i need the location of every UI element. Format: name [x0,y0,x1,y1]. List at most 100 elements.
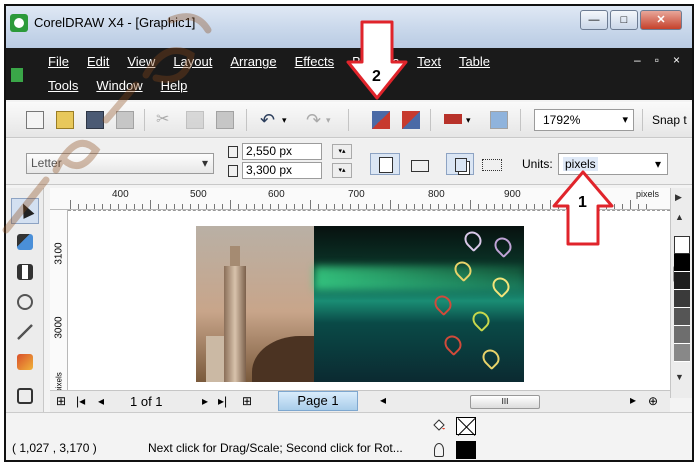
toolbox [6,188,44,416]
color-swatch[interactable] [674,326,690,344]
freehand-tool-icon[interactable] [17,324,33,340]
ruler-unit-label: pixels [636,189,660,199]
ruler-tick [446,204,447,209]
application-launcher-icon[interactable] [444,114,462,124]
heart-shape [490,233,516,259]
shape-tool-icon[interactable] [17,234,33,250]
zoom-tool-icon[interactable] [17,294,33,310]
menu-text[interactable]: Text [417,54,441,69]
ruler-tick [398,204,399,209]
ruler-tick [494,204,495,209]
ruler-tick [542,204,543,209]
add-page-before-icon[interactable]: ⊞ [56,394,66,408]
first-page-icon[interactable]: |◂ [76,394,85,408]
paste-icon[interactable] [216,111,234,129]
height-spinner[interactable]: ▾▴ [332,163,352,178]
launcher-dropdown-icon[interactable]: ▾ [466,111,484,129]
open-folder-icon[interactable] [56,111,74,129]
ruler-tick [214,204,215,209]
all-pages-button[interactable] [446,153,474,175]
ruler-tick [286,204,287,209]
smart-fill-tool-icon[interactable] [17,354,33,370]
new-document-icon[interactable] [26,111,44,129]
window-title: CorelDRAW X4 - [Graphic1] [34,15,196,30]
menu-window[interactable]: Window [96,78,142,93]
redo-icon[interactable]: ↷ [306,111,324,129]
vertical-ruler[interactable]: 3100 3000 pixels [50,210,68,393]
color-swatch[interactable] [674,344,690,362]
landscape-orientation-button[interactable] [404,153,434,175]
current-page-button[interactable] [478,153,504,175]
scroll-up-arrow-icon[interactable]: ▲ [675,212,684,222]
ruler-tick [206,204,207,209]
menu-effects[interactable]: Effects [295,54,335,69]
next-page-icon[interactable]: ▸ [202,394,208,408]
document-icon[interactable] [11,68,23,82]
ruler-tick [366,204,367,209]
welcome-screen-icon[interactable] [490,111,508,129]
print-icon[interactable] [116,111,134,129]
scroll-up-icon[interactable]: ▶ [675,192,682,203]
page-tab[interactable]: Page 1 [278,391,358,411]
redo-dropdown-icon[interactable]: ▾ [326,111,344,129]
scroll-right-arrow-icon[interactable]: ▸ [630,393,636,407]
rectangle-tool-icon[interactable] [17,388,33,404]
cut-icon[interactable]: ✂ [156,111,174,129]
ruler-tick-label: 600 [268,189,285,200]
save-icon[interactable] [86,111,104,129]
crop-tool-icon[interactable] [17,264,33,280]
ruler-tick [246,204,247,209]
navigator-zoom-icon[interactable]: ⊕ [648,394,658,408]
menu-file[interactable]: File [48,54,69,69]
ruler-tick [518,204,519,209]
doc-minimize-button[interactable]: – [634,53,641,67]
color-swatch[interactable] [674,254,690,272]
minimize-button[interactable]: — [580,10,608,30]
color-swatch[interactable] [674,290,690,308]
page-navigator: ⊞ |◂ ◂ 1 of 1 ▸ ▸| ⊞ Page 1 ◂ III ▸ ⊕ [50,390,670,412]
page-width-input[interactable]: 2,550 px [242,143,322,160]
no-color-swatch[interactable] [674,236,690,254]
paper-size-select[interactable]: Letter [26,153,214,174]
ruler-tick [174,204,175,209]
page-height-icon [228,164,238,177]
status-bar: ( 1,027 , 3,170 ) Next click for Drag/Sc… [6,412,692,460]
undo-icon[interactable]: ↶ [260,111,278,129]
menu-tools[interactable]: Tools [48,78,78,93]
fill-color-swatch[interactable] [456,417,476,435]
toolbar-separator [430,109,431,131]
scroll-down-arrow-icon[interactable]: ▼ [675,372,684,382]
ruler-tick [278,204,279,209]
import-icon[interactable] [372,111,390,129]
last-page-icon[interactable]: ▸| [218,394,227,408]
maximize-button[interactable]: □ [610,10,638,30]
selected-bitmap[interactable] [196,226,524,382]
color-swatch[interactable] [674,272,690,290]
coreldraw-app-icon[interactable] [10,14,28,32]
portrait-orientation-button[interactable] [370,153,400,175]
menu-help[interactable]: Help [161,78,188,93]
copy-icon[interactable] [186,111,204,129]
menu-arrange[interactable]: Arrange [230,54,276,69]
previous-page-icon[interactable]: ◂ [98,394,104,408]
width-spinner[interactable]: ▾▴ [332,144,352,159]
color-swatch[interactable] [674,308,690,326]
add-page-after-icon[interactable]: ⊞ [242,394,252,408]
menu-table[interactable]: Table [459,54,490,69]
menu-view[interactable]: View [127,54,155,69]
snap-to-button[interactable]: Snap t [652,113,687,127]
undo-dropdown-icon[interactable]: ▾ [282,111,300,129]
export-icon[interactable] [402,111,420,129]
menu-layout[interactable]: Layout [173,54,212,69]
horizontal-scrollbar[interactable]: ◂ III ▸ [380,393,640,409]
zoom-level-select[interactable]: 1792% [534,109,634,131]
close-button[interactable]: ✕ [640,10,682,30]
pick-tool-icon[interactable] [11,198,39,224]
scroll-left-arrow-icon[interactable]: ◂ [380,393,386,407]
doc-close-button[interactable]: × [673,53,680,67]
outline-color-swatch[interactable] [456,441,476,459]
page-height-input[interactable]: 3,300 px [242,162,322,179]
doc-restore-button[interactable]: ▫ [655,53,659,67]
horizontal-scroll-thumb[interactable]: III [470,395,540,409]
menu-edit[interactable]: Edit [87,54,109,69]
